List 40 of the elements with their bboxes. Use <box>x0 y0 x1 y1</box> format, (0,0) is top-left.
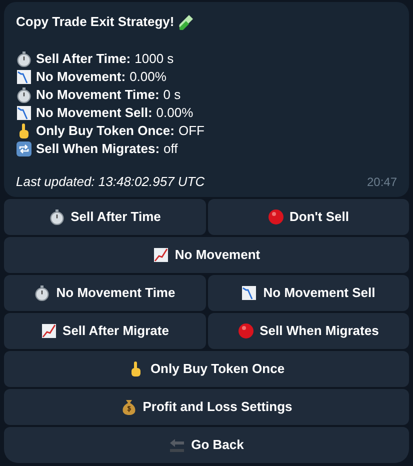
keyboard-button[interactable]: Don't Sell <box>208 199 409 235</box>
keyboard-button[interactable]: Go Back <box>4 427 409 463</box>
chart-down-icon <box>16 68 32 84</box>
setting-value: 0.00% <box>130 68 166 86</box>
keyboard-button[interactable]: No Movement <box>4 237 409 273</box>
stopwatch-icon <box>16 50 32 66</box>
setting-value: off <box>164 140 178 158</box>
last-updated-text: Last updated: 13:48:02.957 UTC <box>16 172 205 191</box>
setting-value: 1000 s <box>134 50 174 68</box>
circle-icon <box>268 209 284 225</box>
setting-label: No Movement Sell: <box>36 104 152 122</box>
chart-up-icon <box>40 323 57 339</box>
stopwatch-icon <box>16 86 32 102</box>
chart-down-icon <box>16 104 32 120</box>
repeat-icon <box>16 140 32 156</box>
stopwatch-icon <box>34 285 50 301</box>
chart-up-icon <box>152 247 169 263</box>
circle-icon <box>238 323 254 339</box>
message-title: Copy Trade Exit Strategy! <box>16 13 174 31</box>
test-tube-icon <box>178 14 194 30</box>
keyboard-button[interactable]: Sell After Migrate <box>4 313 206 349</box>
chart-down-icon <box>241 285 258 301</box>
money-bag-icon <box>120 399 137 415</box>
keyboard-button[interactable]: Profit and Loss Settings <box>4 389 409 425</box>
setting-value: OFF <box>178 122 204 140</box>
setting-label: No Movement Time: <box>36 86 160 104</box>
stopwatch-icon <box>48 209 65 225</box>
setting-value: 0 s <box>163 86 181 104</box>
setting-label: Sell After Time: <box>36 50 131 68</box>
keyboard-button[interactable]: Only Buy Token Once <box>4 351 409 387</box>
back-arrow-icon <box>169 437 186 453</box>
keyboard-button[interactable]: Sell When Migrates <box>208 313 409 349</box>
setting-label: Only Buy Token Once: <box>36 122 174 140</box>
setting-label: Sell When Migrates: <box>36 140 160 158</box>
keyboard-button[interactable]: No Movement Time <box>4 275 206 311</box>
setting-label: No Movement: <box>36 68 126 86</box>
keyboard-button[interactable]: Sell After Time <box>4 199 206 235</box>
keyboard-button[interactable]: No Movement Sell <box>208 275 409 311</box>
message-time: 20:47 <box>366 174 397 191</box>
setting-value: 0.00% <box>156 104 194 122</box>
